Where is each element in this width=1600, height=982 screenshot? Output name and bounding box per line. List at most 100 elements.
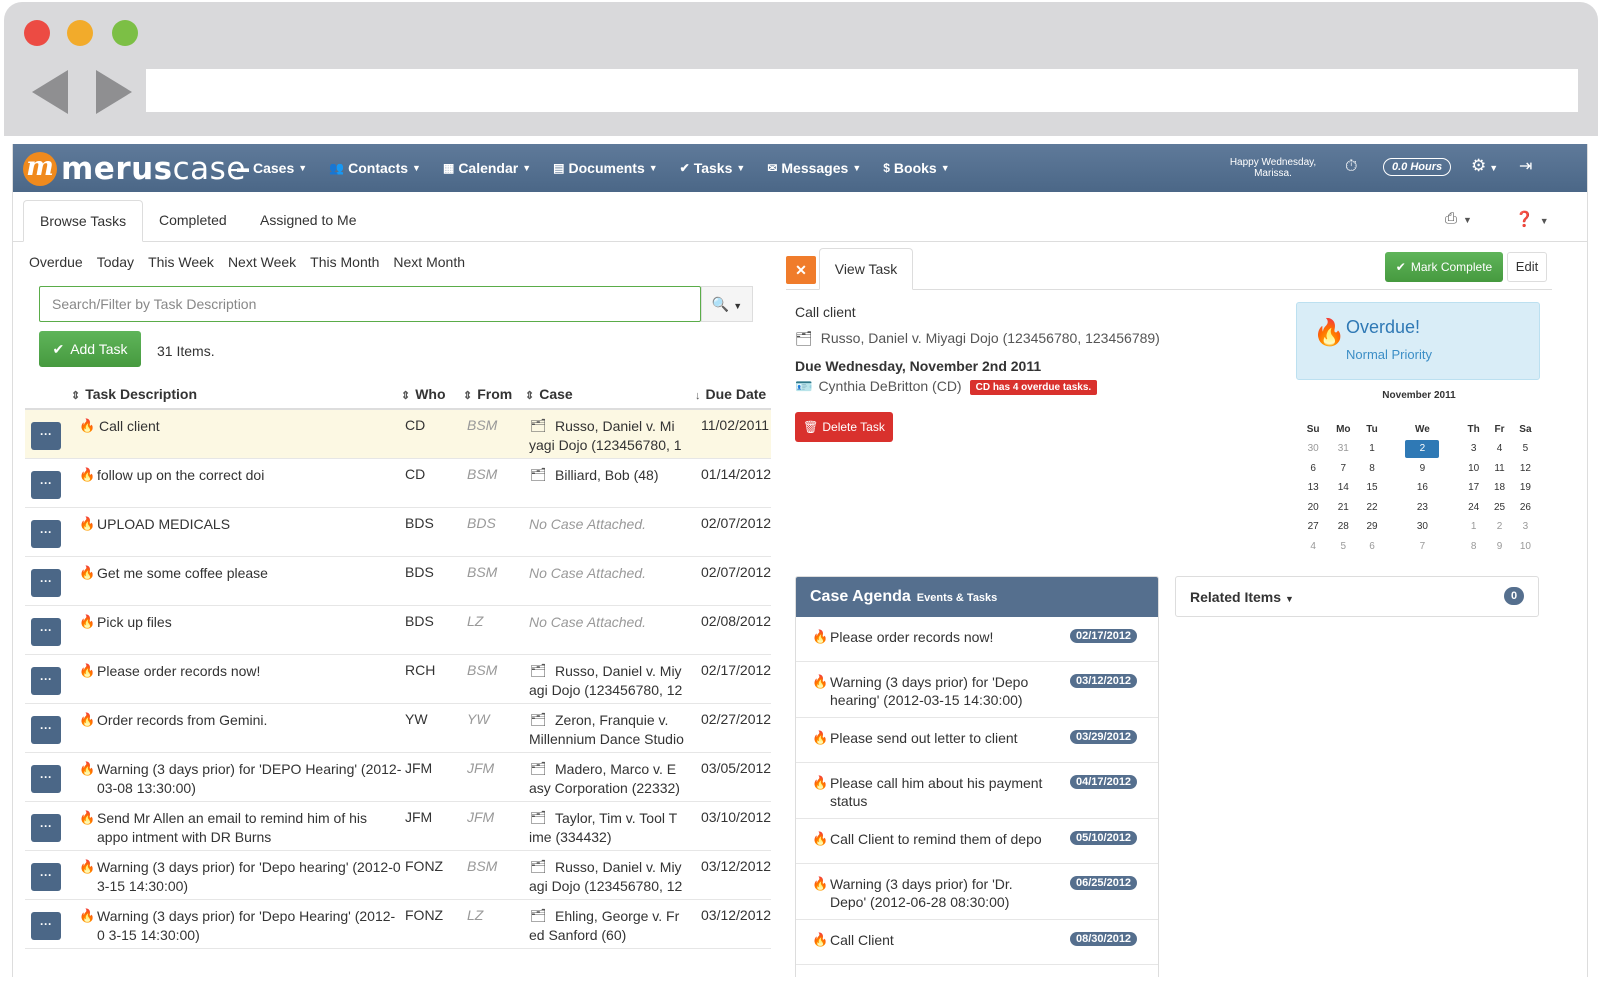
agenda-item[interactable]: 🔥 Warning (3 days prior) for 'Dr. Depo' (… [796,864,1158,920]
related-items-title[interactable]: Related Items ▼ [1190,589,1294,605]
case-link[interactable]: Russo, Daniel v. Miy agi Dojo (123456780… [529,662,689,700]
calendar-day[interactable]: 1 [1460,517,1487,537]
calendar-day[interactable]: 4 [1299,537,1327,557]
row-actions-button[interactable]: ··· [31,863,61,891]
case-link[interactable]: Taylor, Tim v. Tool T ime (334432) [529,809,689,847]
forward-arrow-icon[interactable] [96,70,132,114]
calendar-day[interactable]: 30 [1299,439,1327,459]
minimize-window-button[interactable] [67,20,93,46]
calendar-day[interactable]: 23 [1385,498,1460,518]
task-assignee[interactable]: 🪪 Cynthia DeBritton (CD) CD has 4 overdue … [795,378,1098,395]
calendar-day[interactable]: 2 [1487,517,1512,537]
calendar-day[interactable]: 8 [1460,537,1487,557]
calendar-day[interactable]: 4 [1487,439,1512,459]
calendar-day[interactable]: 25 [1487,498,1512,518]
calendar-day[interactable]: 14 [1327,478,1359,498]
filter-next-month[interactable]: Next Month [393,254,465,270]
case-link[interactable]: Madero, Marco v. E asy Corporation (2233… [529,760,689,798]
logout-icon[interactable]: ⇥ [1519,156,1532,176]
agenda-item[interactable]: 🔥 Please call him about his payment statu… [796,763,1158,819]
calendar-day[interactable]: 13 [1299,478,1327,498]
header-from[interactable]: ⇕ From [463,386,512,402]
case-link[interactable]: Ehling, George v. Fr ed Sanford (60) [529,907,689,945]
table-row[interactable]: ··· 🔥 Warning (3 days prior) for 'DEPO H… [25,753,771,802]
agenda-item[interactable]: 🔥 Warning (3 days prior) for 'Depo hearin… [796,662,1158,718]
table-row[interactable]: ··· 🔥 Call client CD BSM 🗂 Russo, Daniel… [25,410,771,459]
menu-cases[interactable]: ▬ Cases ▼ [237,160,307,176]
close-window-button[interactable] [24,20,50,46]
case-link[interactable]: Billiard, Bob (48) [529,466,689,485]
calendar-day[interactable]: 3 [1512,517,1539,537]
delete-task-button[interactable]: 🗑 Delete Task [795,412,893,442]
case-link[interactable]: Zeron, Franquie v. Millennium Dance Stud… [529,711,689,749]
row-actions-button[interactable]: ··· [31,667,61,695]
calendar-day[interactable]: 18 [1487,478,1512,498]
calendar-day[interactable]: 30 [1385,517,1460,537]
filter-this-month[interactable]: This Month [310,254,379,270]
row-actions-button[interactable]: ··· [31,471,61,499]
maximize-window-button[interactable] [112,20,138,46]
calendar-day[interactable]: 11 [1487,459,1512,479]
table-row[interactable]: ··· 🔥 Please order records now! RCH BSM … [25,655,771,704]
hours-badge[interactable]: 0.0 Hours [1383,158,1452,176]
mark-complete-button[interactable]: ✔ Mark Complete [1385,252,1503,282]
calendar-day[interactable]: 10 [1460,459,1487,479]
calendar-day[interactable]: 29 [1359,517,1384,537]
filter-today[interactable]: Today [97,254,134,270]
table-row[interactable]: ··· 🔥 Send Mr Allen an email to remind h… [25,802,771,851]
filter-this-week[interactable]: This Week [148,254,214,270]
row-actions-button[interactable]: ··· [31,814,61,842]
filter-next-week[interactable]: Next Week [228,254,296,270]
address-bar[interactable] [146,69,1578,112]
calendar-day[interactable]: 9 [1385,459,1460,479]
close-panel-button[interactable]: ✕ [786,256,816,284]
agenda-item[interactable]: 🔥 Call Client 08/30/2012 [796,920,1158,965]
header-who[interactable]: ⇕ Who [401,386,446,402]
table-row[interactable]: ··· 🔥 follow up on the correct doi CD BS… [25,459,771,508]
calendar-day[interactable]: 22 [1359,498,1384,518]
header-task-description[interactable]: ⇕ Task Description [71,386,197,402]
table-row[interactable]: ··· 🔥 Order records from Gemini. YW YW 🗂… [25,704,771,753]
table-row[interactable]: ··· 🔥 Warning (3 days prior) for 'Depo H… [25,900,771,949]
calendar-day[interactable]: 16 [1385,478,1460,498]
tab-completed[interactable]: Completed [143,200,243,242]
search-input[interactable]: Search/Filter by Task Description [39,286,701,322]
case-link[interactable]: Russo, Daniel v. Miy agi Dojo (123456780… [529,858,689,896]
menu-books[interactable]: $ Books ▼ [883,160,949,176]
row-actions-button[interactable]: ··· [31,520,61,548]
back-arrow-icon[interactable] [32,70,68,114]
calendar-day[interactable]: 8 [1359,459,1384,479]
menu-messages[interactable]: ✉ Messages ▼ [767,160,861,176]
calendar-day[interactable]: 6 [1299,459,1327,479]
print-icon[interactable]: ⎙ ▼ [1445,210,1472,227]
task-case-link[interactable]: 🗂 Russo, Daniel v. Miyagi Dojo (123456780… [795,330,1160,347]
calendar-day[interactable]: 15 [1359,478,1384,498]
calendar-day-selected[interactable]: 2 [1385,439,1460,459]
agenda-item[interactable]: 🔥 Please order records now! 02/17/2012 [796,617,1158,662]
calendar-day[interactable]: 17 [1460,478,1487,498]
calendar-day[interactable]: 3 [1460,439,1487,459]
calendar-day[interactable]: 12 [1512,459,1539,479]
row-actions-button[interactable]: ··· [31,716,61,744]
related-items-panel[interactable]: Related Items ▼ 0 [1175,576,1539,617]
add-task-button[interactable]: ✔ Add Task [39,331,141,367]
calendar-day[interactable]: 6 [1359,537,1384,557]
menu-tasks[interactable]: ✔ Tasks ▼ [680,160,746,176]
row-actions-button[interactable]: ··· [31,569,61,597]
gear-icon[interactable]: ⚙ ▼ [1471,156,1498,176]
menu-contacts[interactable]: 👥 Contacts ▼ [329,160,421,176]
help-icon[interactable]: ❓ ▼ [1515,210,1549,228]
table-row[interactable]: ··· 🔥 UPLOAD MEDICALS BDS BDS No Case At… [25,508,771,557]
row-actions-button[interactable]: ··· [31,422,61,450]
calendar-day[interactable]: 10 [1512,537,1539,557]
filter-overdue[interactable]: Overdue [29,254,83,270]
row-actions-button[interactable]: ··· [31,765,61,793]
calendar-day[interactable]: 19 [1512,478,1539,498]
calendar-day[interactable]: 20 [1299,498,1327,518]
calendar-day[interactable]: 9 [1487,537,1512,557]
table-row[interactable]: ··· 🔥 Pick up files BDS LZ No Case Attac… [25,606,771,655]
tab-assigned-to-me[interactable]: Assigned to Me [244,200,373,242]
header-case[interactable]: ⇕ Case [525,386,573,402]
header-due-date[interactable]: ↓ Due Date [695,386,766,402]
merus-logo[interactable]: m meruscase [23,151,246,187]
